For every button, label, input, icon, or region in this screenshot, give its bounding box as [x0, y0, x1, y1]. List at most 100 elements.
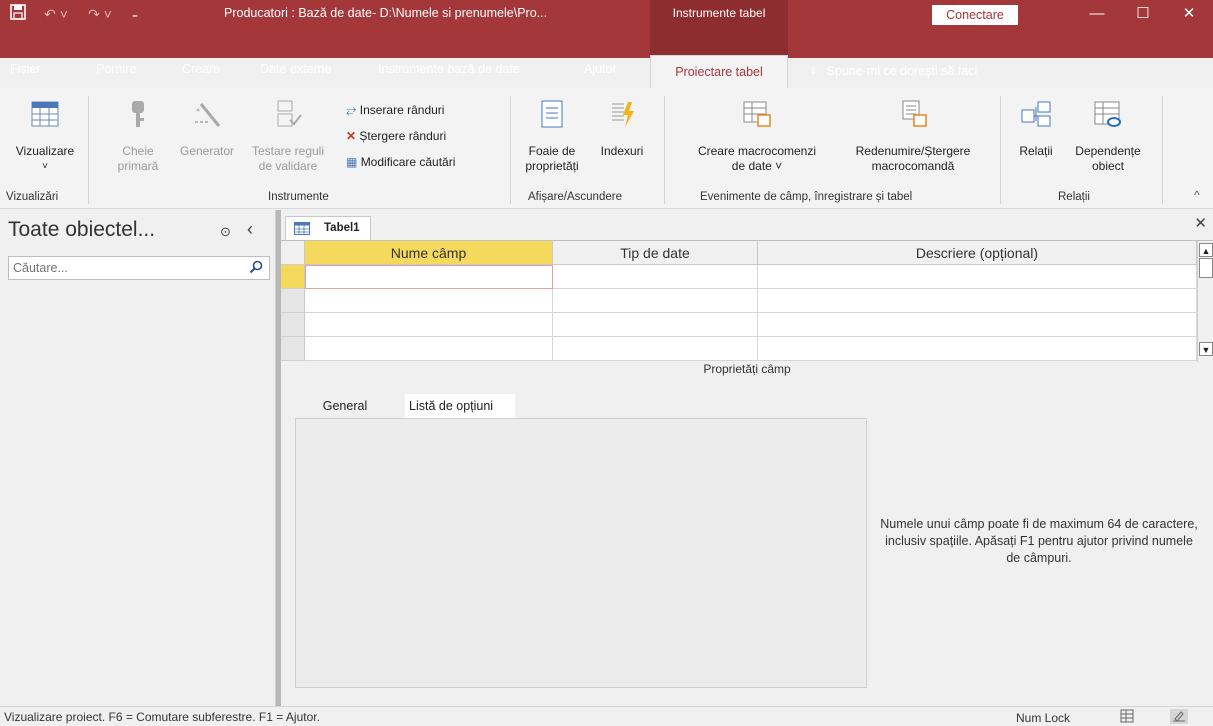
- field-name-cell[interactable]: [305, 337, 553, 361]
- property-sheet-button[interactable]: Foaie de proprietăți: [520, 98, 584, 174]
- description-cell[interactable]: [758, 265, 1197, 289]
- context-tab-group: Instrumente tabel: [650, 0, 788, 58]
- select-all-corner[interactable]: [281, 241, 305, 265]
- primary-key-label-1: Cheie: [122, 144, 154, 158]
- group-separator: [510, 96, 511, 204]
- field-name-cell[interactable]: [305, 289, 553, 313]
- test-validation-label-2: de validare: [258, 159, 318, 173]
- title-bar: ↶ ˅ ↷ ˅ ₌ Producatori : Bază de date- D:…: [0, 0, 1213, 88]
- data-type-cell[interactable]: [553, 289, 758, 313]
- save-icon[interactable]: [8, 4, 28, 24]
- tab-home[interactable]: Pornire: [96, 62, 136, 76]
- object-dependencies-button[interactable]: Dependențe obiect: [1064, 98, 1152, 174]
- macro-icon: [902, 100, 927, 127]
- column-header-description[interactable]: Descriere (opțional): [758, 241, 1197, 265]
- tab-lookup[interactable]: Listă de opțiuni: [405, 394, 515, 418]
- field-name-cell[interactable]: [305, 313, 553, 337]
- scroll-thumb[interactable]: [1199, 258, 1213, 278]
- field-name-cell[interactable]: [305, 265, 553, 289]
- nav-pane-title[interactable]: Toate obiectel...: [8, 218, 155, 242]
- tab-create[interactable]: Creare: [182, 62, 220, 76]
- property-sheet-label-1: Foaie de: [528, 144, 576, 158]
- close-document-icon[interactable]: ✕: [1194, 214, 1207, 232]
- view-button[interactable]: Vizualizare ˅: [6, 98, 84, 174]
- builder-label: Generator: [179, 144, 235, 158]
- indexes-button[interactable]: Indexuri: [590, 98, 654, 159]
- relationships-label: Relații: [1019, 144, 1053, 158]
- vertical-scrollbar[interactable]: ▲ ▼: [1197, 241, 1213, 362]
- nav-search-input[interactable]: [9, 257, 239, 279]
- builder-button[interactable]: Generator: [170, 98, 244, 159]
- insert-rows-button[interactable]: ⥂ Inserare rânduri: [346, 100, 444, 120]
- modify-lookups-button[interactable]: ▦ Modificare căutări: [346, 152, 455, 172]
- row-selector[interactable]: [281, 289, 305, 313]
- rename-delete-macro-label-1: Redenumire/Ștergere: [855, 144, 971, 158]
- create-data-macros-label-2: de date ˅: [731, 159, 783, 173]
- object-dependencies-label-2: obiect: [1091, 159, 1125, 173]
- row-selector[interactable]: [281, 313, 305, 337]
- context-tab-label: Instrumente tabel: [672, 6, 766, 20]
- insert-rows-icon: ⥂: [346, 102, 357, 117]
- design-view-icon[interactable]: [1170, 709, 1188, 724]
- relationships-icon: [1021, 101, 1051, 127]
- create-data-macros-button[interactable]: Creare macrocomenzi de date ˅: [680, 98, 834, 174]
- tab-external-data[interactable]: Date externe: [260, 62, 332, 76]
- data-type-cell[interactable]: [553, 337, 758, 361]
- collapse-ribbon-icon[interactable]: ^: [1194, 188, 1200, 202]
- dropdown-circle-icon[interactable]: ⊙: [220, 224, 231, 240]
- scroll-up-icon[interactable]: ▲: [1199, 243, 1213, 257]
- search-icon[interactable]: [249, 260, 263, 274]
- tell-me-search[interactable]: ♀ Spune-mi ce dorești să faci: [808, 62, 977, 78]
- create-data-macros-label-1: Creare macrocomenzi: [697, 144, 817, 158]
- scroll-down-icon[interactable]: ▼: [1199, 342, 1213, 356]
- delete-rows-button[interactable]: ✕ Ștergere rânduri: [346, 126, 446, 146]
- column-header-field-name[interactable]: Nume câmp: [305, 241, 553, 265]
- insert-rows-label: Inserare rânduri: [359, 103, 445, 117]
- group-label-tools: Instrumente: [268, 191, 329, 203]
- modify-lookups-label: Modificare căutări: [360, 155, 456, 169]
- tab-file[interactable]: Fișier: [10, 62, 41, 76]
- object-dependencies-label-1: Dependențe: [1075, 144, 1141, 158]
- description-cell[interactable]: [758, 337, 1197, 361]
- minimize-button[interactable]: —: [1074, 0, 1120, 28]
- undo-icon[interactable]: ↶ ˅: [40, 4, 72, 24]
- tab-general[interactable]: General: [295, 394, 395, 418]
- property-sheet-label-2: proprietăți: [525, 159, 579, 173]
- row-selector[interactable]: [281, 337, 305, 361]
- num-lock-indicator: Num Lock: [1016, 711, 1071, 725]
- dependencies-icon: [1094, 101, 1121, 127]
- column-header-data-type[interactable]: Tip de date: [553, 241, 758, 265]
- maximize-button[interactable]: ☐: [1120, 0, 1166, 28]
- group-label-views: Vizualizări: [6, 191, 59, 203]
- tab-help[interactable]: Ajutor: [584, 62, 617, 76]
- title-row: ↶ ˅ ↷ ˅ ₌ Producatori : Bază de date- D:…: [0, 0, 1213, 28]
- field-grid: Nume câmp Tip de date Descriere (opționa…: [281, 240, 1213, 362]
- field-properties-panel: [295, 418, 867, 688]
- group-label-show-hide: Afișare/Ascundere: [528, 191, 622, 203]
- indexes-label: Indexuri: [600, 144, 644, 158]
- macro-table-icon: [743, 101, 771, 127]
- test-validation-label-1: Testare reguli: [251, 144, 325, 158]
- lookup-icon: ▦: [346, 155, 358, 169]
- datasheet-view-icon[interactable]: [1118, 709, 1136, 724]
- relationships-button[interactable]: Relații: [1010, 98, 1062, 159]
- redo-icon[interactable]: ↷ ˅: [84, 4, 116, 24]
- data-type-cell[interactable]: [553, 265, 758, 289]
- row-selector[interactable]: [281, 265, 305, 289]
- tab-database-tools[interactable]: Instrumente bază de date: [378, 62, 520, 76]
- description-cell[interactable]: [758, 313, 1197, 337]
- data-type-cell[interactable]: [553, 313, 758, 337]
- document-area: Tabel1 ✕ Nume câmp Tip de date Descriere…: [281, 210, 1213, 706]
- document-tab[interactable]: Tabel1: [285, 216, 371, 240]
- test-validation-button[interactable]: Testare reguli de validare: [246, 98, 330, 174]
- tab-table-design[interactable]: Proiectare tabel: [650, 55, 788, 88]
- customize-toolbar-icon[interactable]: ₌: [128, 4, 142, 24]
- rename-delete-macro-button[interactable]: Redenumire/Ștergere macrocomandă: [836, 98, 990, 174]
- description-cell[interactable]: [758, 289, 1197, 313]
- group-separator: [664, 96, 665, 204]
- group-separator: [88, 96, 89, 204]
- close-button[interactable]: ✕: [1166, 0, 1212, 28]
- collapse-pane-icon[interactable]: ‹: [247, 219, 253, 240]
- sign-in-button[interactable]: Conectare: [932, 5, 1018, 25]
- primary-key-button[interactable]: Cheie primară: [110, 98, 166, 174]
